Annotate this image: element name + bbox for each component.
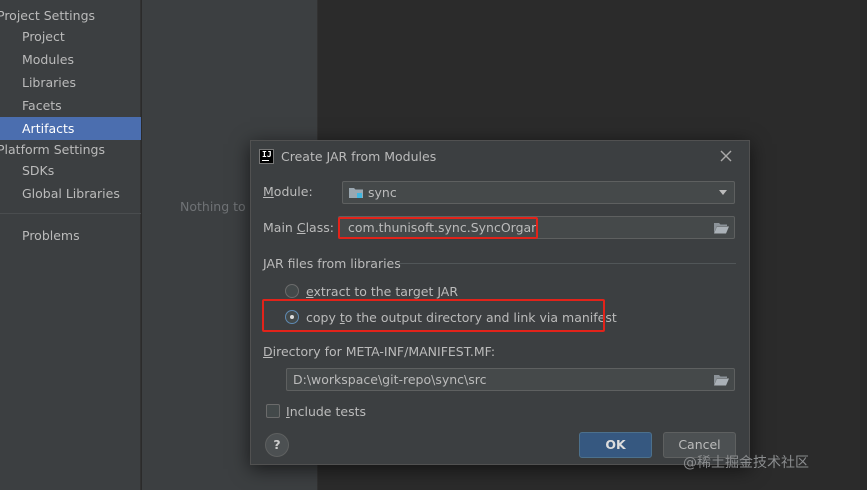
group-divider xyxy=(399,263,736,264)
main-class-label: Main Class: xyxy=(263,220,334,235)
sidebar-header-platform-settings: Platform Settings xyxy=(0,142,105,157)
main-class-highlight-box xyxy=(338,217,538,239)
close-icon[interactable] xyxy=(718,148,734,164)
module-folder-icon xyxy=(349,188,363,198)
sidebar-item-facets[interactable]: Facets xyxy=(0,94,141,117)
sidebar-item-sdks[interactable]: SDKs xyxy=(0,159,141,182)
dialog-title-bar: IJ Create JAR from Modules xyxy=(251,141,749,173)
manifest-dir-input[interactable]: D:\workspace\git-repo\sync\src xyxy=(286,368,735,391)
sidebar-item-modules[interactable]: Modules xyxy=(0,48,141,71)
empty-state-text: Nothing to s xyxy=(180,199,257,214)
browse-folder-icon[interactable] xyxy=(714,374,729,386)
copy-option-highlight-box xyxy=(262,299,605,332)
sidebar-item-global-libraries[interactable]: Global Libraries xyxy=(0,182,141,205)
sidebar-item-project[interactable]: Project xyxy=(0,25,141,48)
module-label: Module: xyxy=(263,184,313,199)
create-jar-dialog: IJ Create JAR from Modules Module: sync … xyxy=(250,140,750,465)
jar-files-group-title: JAR files from libraries xyxy=(263,256,401,271)
include-tests-checkbox[interactable] xyxy=(266,404,280,418)
help-button[interactable]: ? xyxy=(265,433,289,457)
dialog-title: Create JAR from Modules xyxy=(281,149,437,164)
sidebar-item-problems[interactable]: Problems xyxy=(0,224,141,247)
intellij-app-icon: IJ xyxy=(259,149,274,164)
sidebar-item-libraries[interactable]: Libraries xyxy=(0,71,141,94)
manifest-dir-label: Directory for META-INF/MANIFEST.MF: xyxy=(263,344,496,359)
watermark-text: @稀土掘金技术社区 xyxy=(683,455,809,471)
browse-folder-icon[interactable] xyxy=(714,222,729,234)
settings-sidebar: Project Settings Project Modules Librari… xyxy=(0,0,141,490)
module-dropdown[interactable]: sync xyxy=(342,181,735,204)
sidebar-divider xyxy=(0,213,141,214)
sidebar-item-artifacts[interactable]: Artifacts xyxy=(0,117,141,140)
ok-button[interactable]: OK xyxy=(579,432,652,458)
sidebar-header-project-settings: Project Settings xyxy=(0,8,96,23)
option-extract-label[interactable]: extract to the target JAR xyxy=(306,284,458,299)
include-tests-label[interactable]: Include tests xyxy=(286,404,366,419)
radio-extract[interactable] xyxy=(285,284,299,298)
module-value: sync xyxy=(368,185,397,200)
manifest-dir-value: D:\workspace\git-repo\sync\src xyxy=(293,372,487,387)
chevron-down-icon xyxy=(719,190,727,195)
